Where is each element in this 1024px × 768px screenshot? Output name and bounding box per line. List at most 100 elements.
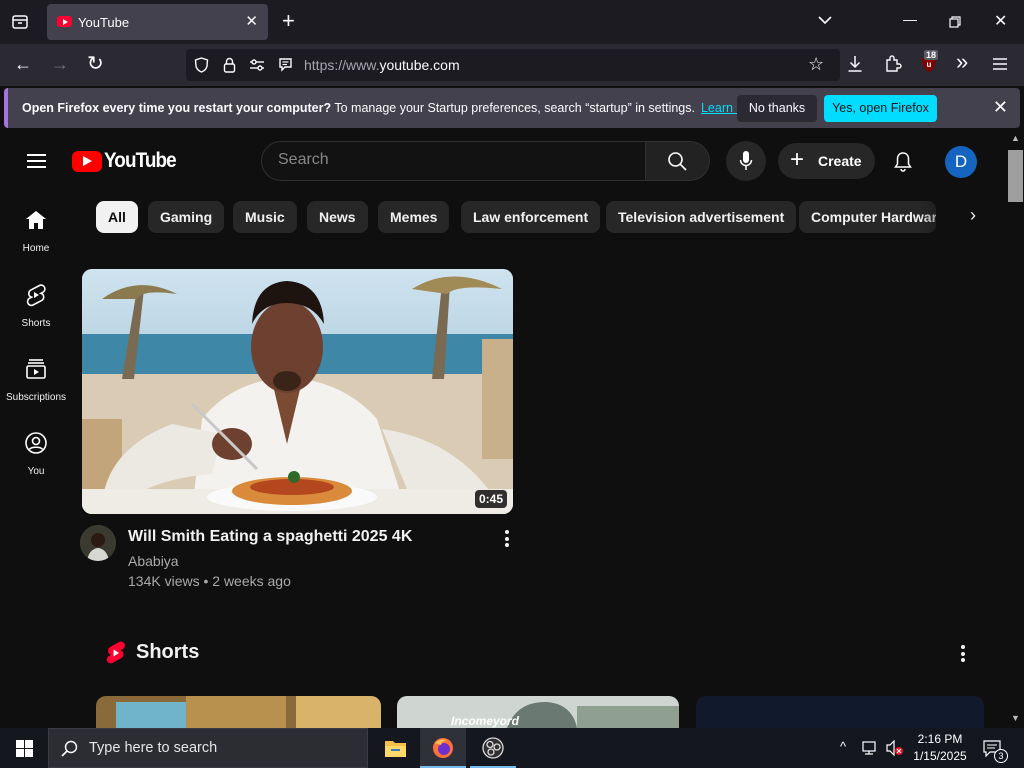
browser-nav-bar: ← → ↻ https://www.youtube.com ☆ u » xyxy=(0,44,1024,86)
plus-icon: + xyxy=(790,146,805,173)
video-thumbnail[interactable]: 0:45 xyxy=(82,269,513,514)
search-box[interactable] xyxy=(261,141,646,181)
no-thanks-button[interactable]: No thanks xyxy=(737,95,817,122)
firefox-startup-notification: Open Firefox every time you restart your… xyxy=(4,88,1020,128)
lock-icon[interactable] xyxy=(223,57,236,73)
video-title[interactable]: Will Smith Eating a spaghetti 2025 4K xyxy=(128,528,412,546)
url-bar[interactable]: https://www.youtube.com ☆ xyxy=(186,49,840,81)
taskbar-obs-studio[interactable] xyxy=(470,728,516,768)
thumbnail-image xyxy=(82,269,513,514)
forward-button[interactable]: → xyxy=(51,54,69,74)
chip-computer-hardware[interactable]: Computer Hardware xyxy=(799,201,936,233)
list-all-tabs-icon[interactable] xyxy=(818,15,832,25)
tab-close-icon[interactable]: ✕ xyxy=(245,12,258,30)
tray-clock-date[interactable]: 1/15/2025 xyxy=(910,749,970,763)
notification-count-badge: 3 xyxy=(994,749,1008,763)
guide-menu-icon[interactable] xyxy=(27,154,46,168)
sidebar-item-label: You xyxy=(27,466,45,477)
tab-manager-icon[interactable] xyxy=(11,13,29,31)
url-text[interactable]: https://www.youtube.com xyxy=(304,57,460,73)
taskbar-search-placeholder: Type here to search xyxy=(89,740,218,756)
youtube-logo-icon[interactable] xyxy=(72,151,102,172)
create-label: Create xyxy=(818,153,862,169)
search-button[interactable] xyxy=(646,141,710,181)
close-window-button[interactable]: ✕ xyxy=(994,11,1007,31)
chip-news[interactable]: News xyxy=(307,201,368,233)
back-button[interactable]: ← xyxy=(14,54,32,74)
chip-music[interactable]: Music xyxy=(233,201,297,233)
taskbar-search-icon xyxy=(61,740,78,757)
scrollbar-thumb[interactable] xyxy=(1008,150,1023,202)
taskbar-search-box[interactable]: Type here to search xyxy=(48,728,368,768)
tab-title: YouTube xyxy=(78,15,130,30)
tray-overflow-chevron-icon[interactable]: ^ xyxy=(840,739,846,754)
firefox-icon xyxy=(433,738,453,758)
page-scrollbar[interactable]: ▲ ▼ xyxy=(1007,130,1024,728)
video-channel-name[interactable]: Ababiya xyxy=(128,553,179,569)
reader-view-icon[interactable] xyxy=(278,57,293,72)
short-thumbnail-image xyxy=(96,696,381,728)
sidebar-item-subscriptions[interactable]: Subscriptions xyxy=(0,357,72,403)
new-tab-button[interactable]: + xyxy=(282,10,295,32)
short-thumbnail[interactable] xyxy=(96,696,381,728)
home-icon xyxy=(26,211,46,229)
shorts-more-actions-icon[interactable] xyxy=(961,645,965,665)
file-explorer-icon xyxy=(385,741,406,757)
short-overlay-text: Incomeyord xyxy=(451,714,520,728)
chevron-right-icon[interactable]: › xyxy=(970,205,976,226)
sidebar-item-label: Shorts xyxy=(21,318,51,329)
app-menu-icon[interactable] xyxy=(993,58,1007,70)
chip-all[interactable]: All xyxy=(96,201,138,233)
scroll-up-icon[interactable]: ▲ xyxy=(1011,133,1020,143)
short-thumbnail-image xyxy=(397,696,679,728)
taskbar-firefox[interactable] xyxy=(420,728,466,768)
windows-start-icon[interactable] xyxy=(16,740,33,757)
shorts-shelf-title: Shorts xyxy=(136,641,200,663)
tracking-protection-shield-icon[interactable] xyxy=(194,57,209,73)
yes-open-firefox-button[interactable]: Yes, open Firefox xyxy=(824,95,937,122)
notification-bold-text: Open Firefox every time you restart your… xyxy=(22,101,332,115)
extensions-puzzle-icon[interactable] xyxy=(884,54,902,72)
search-input[interactable] xyxy=(278,151,628,169)
browser-tab-youtube[interactable]: YouTube ✕ xyxy=(47,4,268,40)
chip-law-enforcement[interactable]: Law enforcement xyxy=(461,201,601,233)
sidebar-item-label: Home xyxy=(22,243,50,254)
bookmark-star-icon[interactable]: ☆ xyxy=(808,54,824,75)
scroll-down-icon[interactable]: ▼ xyxy=(1011,713,1020,723)
minimize-button[interactable]: — xyxy=(903,11,917,27)
channel-avatar[interactable] xyxy=(80,525,116,561)
create-button[interactable]: + Create xyxy=(778,143,875,179)
restore-button[interactable] xyxy=(949,16,961,28)
downloads-icon[interactable] xyxy=(847,55,863,73)
url-scheme-host: https://www. xyxy=(304,57,380,73)
subscriptions-icon xyxy=(26,359,46,379)
tray-clock-time[interactable]: 2:16 PM xyxy=(910,732,970,746)
obs-studio-icon xyxy=(482,737,504,759)
chip-memes[interactable]: Memes xyxy=(378,201,450,233)
notification-close-icon[interactable]: ✕ xyxy=(993,97,1008,118)
search-icon xyxy=(668,152,687,171)
taskbar-file-explorer[interactable] xyxy=(372,728,418,768)
chip-television-advertisement[interactable]: Television advertisement xyxy=(606,201,797,233)
volume-muted-icon[interactable] xyxy=(886,740,904,756)
svg-text:u: u xyxy=(927,60,932,69)
sidebar-item-label: Subscriptions xyxy=(5,392,67,403)
voice-search-button[interactable] xyxy=(726,141,766,181)
more-tools-chevron-icon[interactable]: » xyxy=(956,51,968,73)
short-thumbnail[interactable] xyxy=(696,696,984,728)
chip-gaming[interactable]: Gaming xyxy=(148,201,225,233)
video-more-actions-icon[interactable] xyxy=(505,530,509,550)
channel-avatar-image xyxy=(80,525,116,561)
youtube-wordmark[interactable]: YouTube xyxy=(104,149,177,173)
permissions-icon[interactable] xyxy=(249,58,265,72)
account-avatar[interactable]: D xyxy=(945,146,977,178)
extension-count-badge: 18 xyxy=(924,50,939,60)
windows-taskbar: Type here to search ^ 2:16 PM 1/15/2025 … xyxy=(0,728,1024,768)
notifications-bell-icon[interactable] xyxy=(892,150,914,172)
sidebar-item-home[interactable]: Home xyxy=(0,208,72,254)
reload-button[interactable]: ↻ xyxy=(87,54,104,74)
network-icon[interactable] xyxy=(862,741,880,755)
sidebar-item-shorts[interactable]: Shorts xyxy=(0,283,72,329)
sidebar-item-you[interactable]: You xyxy=(0,431,72,477)
short-thumbnail[interactable]: Incomeyord xyxy=(397,696,679,728)
